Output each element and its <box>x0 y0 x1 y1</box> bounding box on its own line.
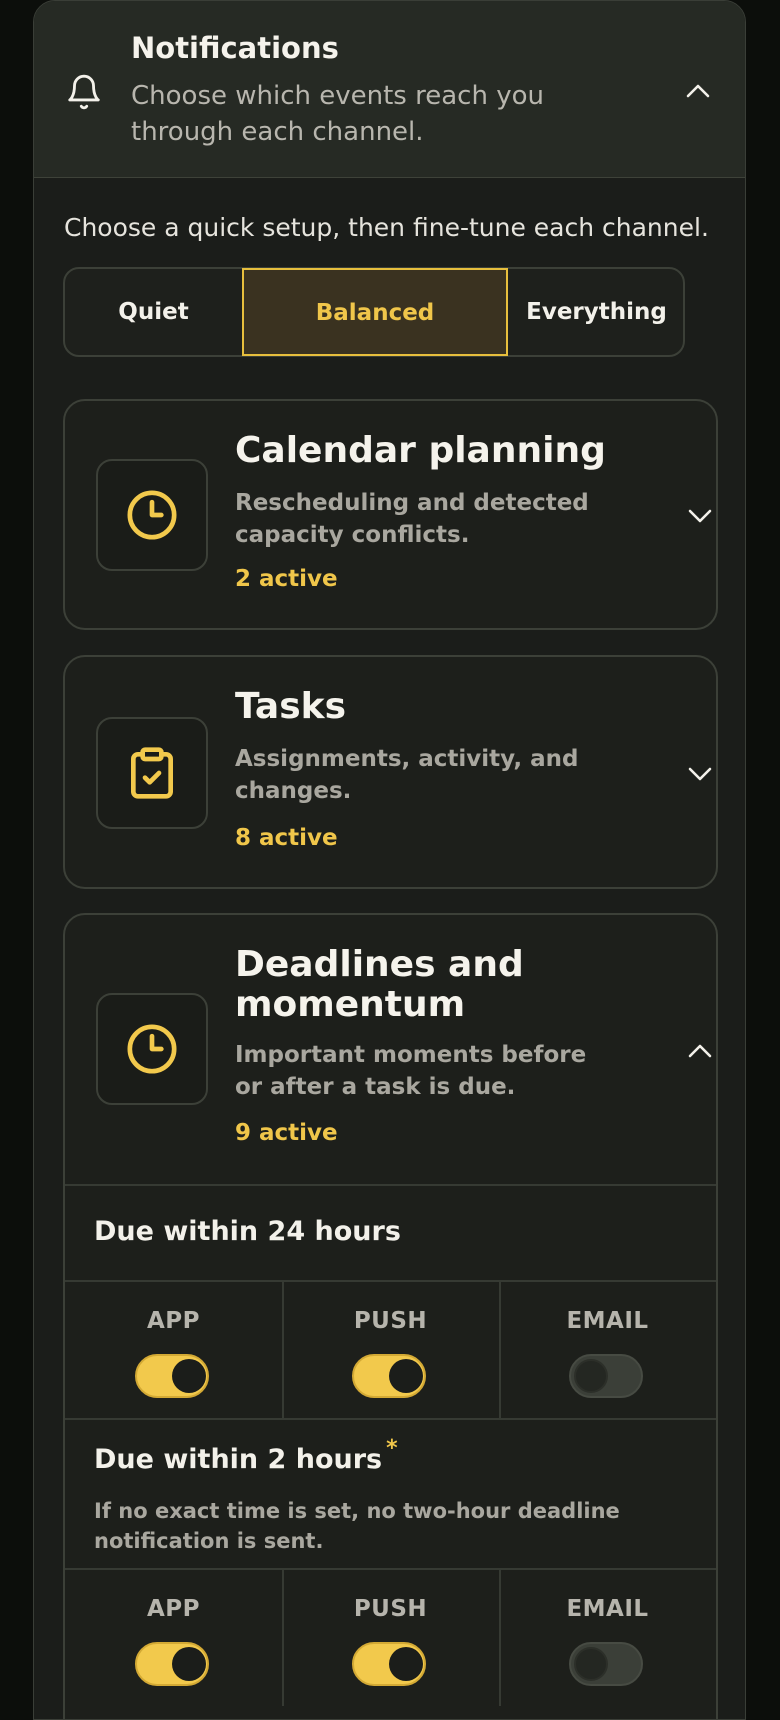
channel-cell-email: EMAIL <box>499 1282 716 1418</box>
category-description: Assignments, activity, and changes. <box>235 746 579 804</box>
clipboard-check-icon <box>131 747 174 799</box>
chevron-down-icon[interactable] <box>687 765 713 783</box>
category-description: Rescheduling and detected capacity confl… <box>235 490 589 548</box>
page-title: Notifications <box>131 31 339 65</box>
channel-row: APP PUSH EMAIL <box>65 1280 716 1418</box>
preset-selector: Quiet Balanced Everything <box>63 267 685 357</box>
toggle-knob <box>172 1359 206 1393</box>
app-toggle[interactable] <box>135 1354 209 1398</box>
required-asterisk: * <box>386 1436 398 1461</box>
chevron-up-icon[interactable] <box>687 1041 713 1059</box>
deadline-item: Due within 2 hours * If no exact time is … <box>65 1418 716 1570</box>
page-subtitle: Choose which events reach you through ea… <box>131 81 544 147</box>
toggle-knob <box>172 1647 206 1681</box>
category-description: Important moments before or after a task… <box>235 1042 587 1100</box>
category-active-count: 9 active <box>235 1120 338 1146</box>
deadline-item-note: If no exact time is set, no two-hour dea… <box>94 1499 620 1553</box>
preset-everything-button[interactable]: Everything <box>508 269 685 355</box>
channel-row: APP PUSH EMAIL <box>65 1568 716 1706</box>
category-icon-box <box>96 993 208 1105</box>
channel-label: APP <box>146 1308 200 1334</box>
category-active-count: 8 active <box>235 825 338 851</box>
toggle-knob <box>574 1647 608 1681</box>
toggle-knob <box>389 1647 423 1681</box>
toggle-knob <box>574 1359 608 1393</box>
clock-icon <box>127 490 177 540</box>
channel-cell-push: PUSH <box>282 1570 501 1706</box>
channel-cell-app: APP <box>65 1282 284 1418</box>
deadline-item-title: Due within 24 hours <box>94 1216 401 1247</box>
category-title: Calendar planning <box>235 430 606 471</box>
category-title: Tasks <box>235 686 347 727</box>
channel-label: EMAIL <box>566 1308 649 1334</box>
preset-quiet-button[interactable]: Quiet <box>65 269 242 355</box>
channel-cell-email: EMAIL <box>499 1570 716 1706</box>
deadline-item-title-text: Due within 2 hours <box>94 1444 383 1475</box>
preset-balanced-button[interactable]: Balanced <box>242 268 508 356</box>
category-card-calendar[interactable]: Calendar planning Rescheduling and detec… <box>63 399 718 630</box>
email-toggle[interactable] <box>569 1354 643 1398</box>
deadline-item: Due within 24 hours <box>65 1184 716 1280</box>
toggle-knob <box>389 1359 423 1393</box>
notifications-panel: Notifications Choose which events reach … <box>33 0 746 1720</box>
channel-label: PUSH <box>353 1308 428 1334</box>
channel-label: APP <box>146 1596 200 1622</box>
category-icon-box <box>96 717 208 829</box>
channel-label: PUSH <box>353 1596 428 1622</box>
category-card-deadlines: Deadlines and momentum Important moments… <box>63 913 718 1719</box>
bell-icon <box>68 74 100 110</box>
app-toggle[interactable] <box>135 1642 209 1686</box>
category-icon-box <box>96 459 208 571</box>
deadline-item-title: Due within 2 hours * <box>94 1436 398 1475</box>
email-toggle[interactable] <box>569 1642 643 1686</box>
clock-icon <box>127 1024 177 1074</box>
channel-cell-app: APP <box>65 1570 284 1706</box>
category-card-tasks[interactable]: Tasks Assignments, activity, and changes… <box>63 655 718 889</box>
push-toggle[interactable] <box>352 1642 426 1686</box>
channel-label: EMAIL <box>566 1596 649 1622</box>
chevron-up-icon[interactable] <box>685 81 711 99</box>
channel-cell-push: PUSH <box>282 1282 501 1418</box>
category-title: Deadlines and momentum <box>235 944 524 1025</box>
category-active-count: 2 active <box>235 566 338 592</box>
quick-setup-intro: Choose a quick setup, then fine-tune eac… <box>64 213 709 242</box>
notifications-header[interactable]: Notifications Choose which events reach … <box>34 1 745 178</box>
chevron-down-icon[interactable] <box>687 507 713 525</box>
push-toggle[interactable] <box>352 1354 426 1398</box>
